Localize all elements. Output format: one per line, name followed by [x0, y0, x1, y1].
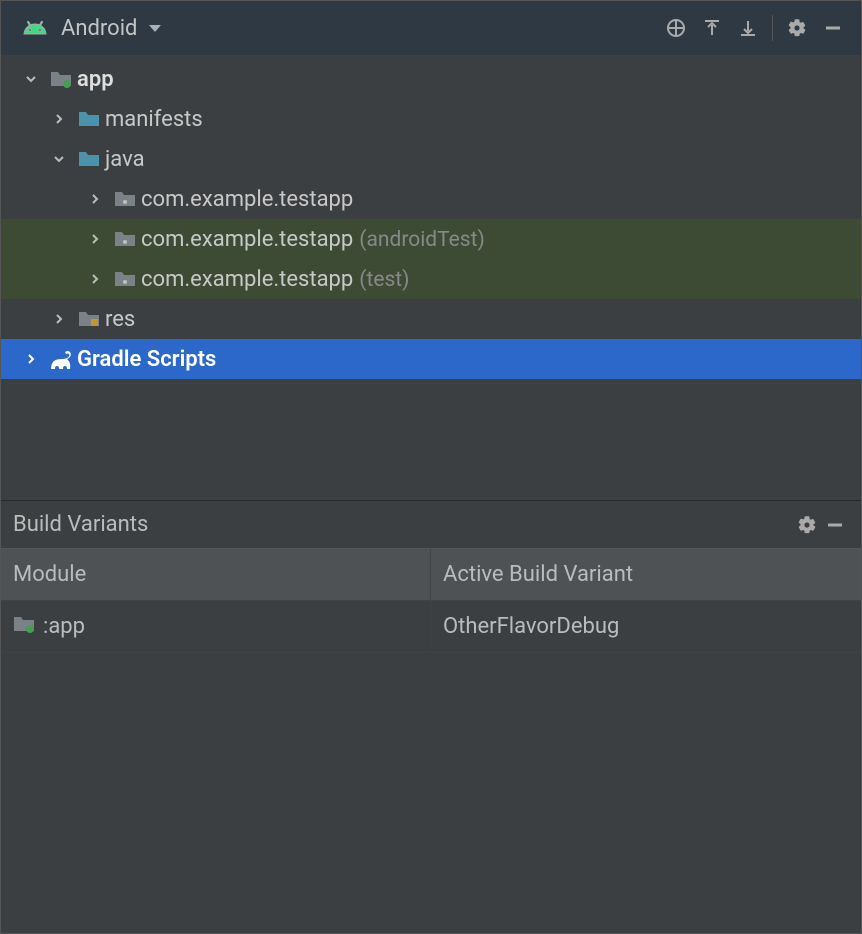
- build-variants-panel: Build Variants Module Active Build Varia…: [1, 500, 861, 933]
- res-folder-icon: [73, 310, 105, 328]
- folder-icon: [73, 150, 105, 168]
- module-folder-icon: [13, 614, 35, 639]
- header-actions: [662, 14, 847, 42]
- build-variants-table: Module Active Build Variant :app OtherFl…: [1, 549, 861, 653]
- tree-label: res: [105, 307, 135, 332]
- module-folder-icon: [45, 70, 77, 88]
- scroll-from-source-icon[interactable]: [662, 14, 690, 42]
- tree-node-app[interactable]: app: [1, 59, 861, 99]
- tree-node-res[interactable]: res: [1, 299, 861, 339]
- android-icon: [21, 14, 49, 42]
- tree-label: manifests: [105, 107, 203, 132]
- tree-node-package-androidtest[interactable]: com.example.testapp (androidTest): [1, 219, 861, 259]
- package-folder-icon: [109, 190, 141, 208]
- chevron-right-icon[interactable]: [45, 112, 73, 126]
- chevron-down-icon[interactable]: [17, 72, 45, 86]
- project-view-selector[interactable]: Android: [21, 14, 662, 42]
- tree-node-java[interactable]: java: [1, 139, 861, 179]
- tree-label: com.example.testapp: [141, 227, 353, 252]
- tree-label-suffix: (test): [359, 268, 409, 292]
- module-cell: :app: [1, 601, 431, 652]
- tree-node-gradle-scripts[interactable]: Gradle Scripts: [1, 339, 861, 379]
- variant-cell[interactable]: OtherFlavorDebug: [431, 614, 861, 639]
- collapse-all-icon[interactable]: [734, 14, 762, 42]
- build-variants-empty-area: [1, 653, 861, 933]
- column-header-active-variant: Active Build Variant: [431, 562, 861, 587]
- tree-label: app: [77, 67, 114, 92]
- folder-icon: [73, 110, 105, 128]
- gradle-icon: [45, 349, 77, 369]
- expand-all-icon[interactable]: [698, 14, 726, 42]
- gear-icon[interactable]: [793, 511, 821, 539]
- gear-icon[interactable]: [783, 14, 811, 42]
- tree-label-suffix: (androidTest): [359, 228, 485, 252]
- dropdown-triangle-icon: [149, 25, 161, 32]
- tree-label: com.example.testapp: [141, 187, 353, 212]
- module-name: :app: [43, 614, 85, 639]
- tree-node-package-test[interactable]: com.example.testapp (test): [1, 259, 861, 299]
- build-variants-header: Build Variants: [1, 501, 861, 549]
- chevron-right-icon[interactable]: [81, 232, 109, 246]
- tree-label: Gradle Scripts: [77, 347, 216, 372]
- separator: [772, 15, 773, 41]
- tree-label: com.example.testapp: [141, 267, 353, 292]
- chevron-right-icon[interactable]: [81, 192, 109, 206]
- project-view-label: Android: [61, 16, 137, 41]
- table-row[interactable]: :app OtherFlavorDebug: [1, 601, 861, 653]
- package-folder-icon: [109, 230, 141, 248]
- column-header-module: Module: [1, 549, 431, 600]
- tree-label: java: [105, 147, 145, 172]
- chevron-right-icon[interactable]: [17, 352, 45, 366]
- chevron-down-icon[interactable]: [45, 152, 73, 166]
- build-variants-title: Build Variants: [13, 512, 793, 537]
- tree-node-manifests[interactable]: manifests: [1, 99, 861, 139]
- project-view-header: Android: [1, 1, 861, 55]
- chevron-right-icon[interactable]: [81, 272, 109, 286]
- minimize-icon[interactable]: [819, 14, 847, 42]
- chevron-right-icon[interactable]: [45, 312, 73, 326]
- package-folder-icon: [109, 270, 141, 288]
- project-tree[interactable]: app manifests java com.example.testapp c…: [1, 55, 861, 500]
- tree-node-package-main[interactable]: com.example.testapp: [1, 179, 861, 219]
- minimize-icon[interactable]: [821, 511, 849, 539]
- table-header-row: Module Active Build Variant: [1, 549, 861, 601]
